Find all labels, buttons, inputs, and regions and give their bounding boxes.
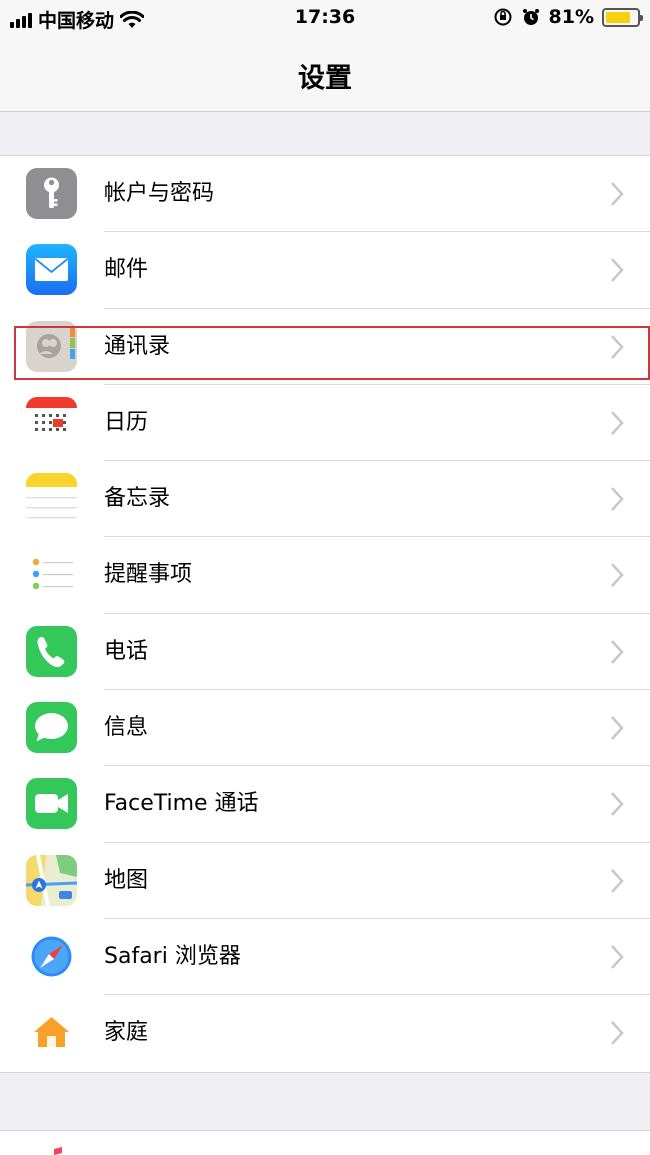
reminders-icon (26, 549, 77, 601)
chevron-right-icon (611, 945, 624, 969)
settings-row-notes[interactable]: 备忘录 (0, 461, 650, 538)
chevron-right-icon (611, 792, 624, 817)
messages-icon (26, 702, 77, 754)
settings-list: 帐户与密码 邮件 通讯录 日历 备忘录 提醒事项 电话 信息 FaceTime … (0, 155, 650, 1073)
chevron-right-icon (611, 487, 624, 512)
facetime-icon (26, 778, 77, 830)
settings-row-label: 提醒事项 (104, 562, 193, 588)
maps-icon (26, 854, 77, 906)
settings-row-phone[interactable]: 电话 (0, 614, 650, 691)
status-right: 81% (493, 6, 643, 28)
settings-row-home[interactable]: 家庭 (0, 995, 650, 1071)
chevron-right-icon (611, 182, 624, 206)
settings-row-label: 电话 (104, 638, 149, 664)
settings-row-label: 家庭 (104, 1020, 149, 1046)
settings-row-label: 地图 (104, 867, 149, 893)
settings-row-label: 帐户与密码 (104, 181, 215, 206)
key-icon (26, 168, 77, 219)
chevron-right-icon (611, 258, 624, 283)
battery-fill (606, 11, 631, 23)
alarm-icon (522, 9, 539, 25)
settings-row-maps[interactable]: 地图 (0, 843, 650, 919)
settings-row-facetime[interactable]: FaceTime 通话 (0, 766, 650, 843)
settings-row-mail[interactable]: 邮件 (0, 232, 650, 309)
calendar-icon (26, 396, 77, 448)
status-bar: 中国移动 17:36 81% (0, 0, 650, 40)
battery-percent: 81% (548, 6, 594, 28)
mail-icon (26, 244, 77, 296)
settings-list-next-group (0, 1130, 650, 1155)
settings-row-label: Safari 浏览器 (104, 943, 241, 969)
home-icon (26, 1007, 77, 1059)
page-title: 设置 (298, 63, 352, 94)
chevron-right-icon (611, 716, 624, 740)
chevron-right-icon (611, 563, 624, 588)
rotation-lock-icon (494, 8, 512, 26)
settings-row-accounts-passwords[interactable]: 帐户与密码 (0, 156, 650, 233)
settings-row-label: FaceTime 通话 (104, 791, 259, 817)
settings-row-label: 日历 (104, 409, 149, 435)
settings-row-label: 信息 (104, 715, 149, 741)
nav-bar: 设置 (0, 40, 650, 112)
chevron-right-icon (611, 868, 624, 893)
settings-row-safari[interactable]: Safari 浏览器 (0, 919, 650, 996)
notes-icon (26, 473, 77, 525)
battery-icon (602, 7, 643, 27)
chevron-right-icon (611, 639, 624, 664)
settings-row-reminders[interactable]: 提醒事项 (0, 537, 650, 614)
settings-row-calendar[interactable]: 日历 (0, 385, 650, 462)
phone-icon (26, 625, 77, 677)
chevron-right-icon (611, 1021, 624, 1046)
settings-row-label: 邮件 (104, 257, 149, 283)
highlight-frame (14, 326, 650, 380)
music-icon (26, 1145, 77, 1155)
settings-row-messages[interactable]: 信息 (0, 690, 650, 767)
settings-row-label: 备忘录 (104, 486, 171, 512)
chevron-right-icon (611, 411, 624, 435)
safari-icon (26, 930, 77, 982)
